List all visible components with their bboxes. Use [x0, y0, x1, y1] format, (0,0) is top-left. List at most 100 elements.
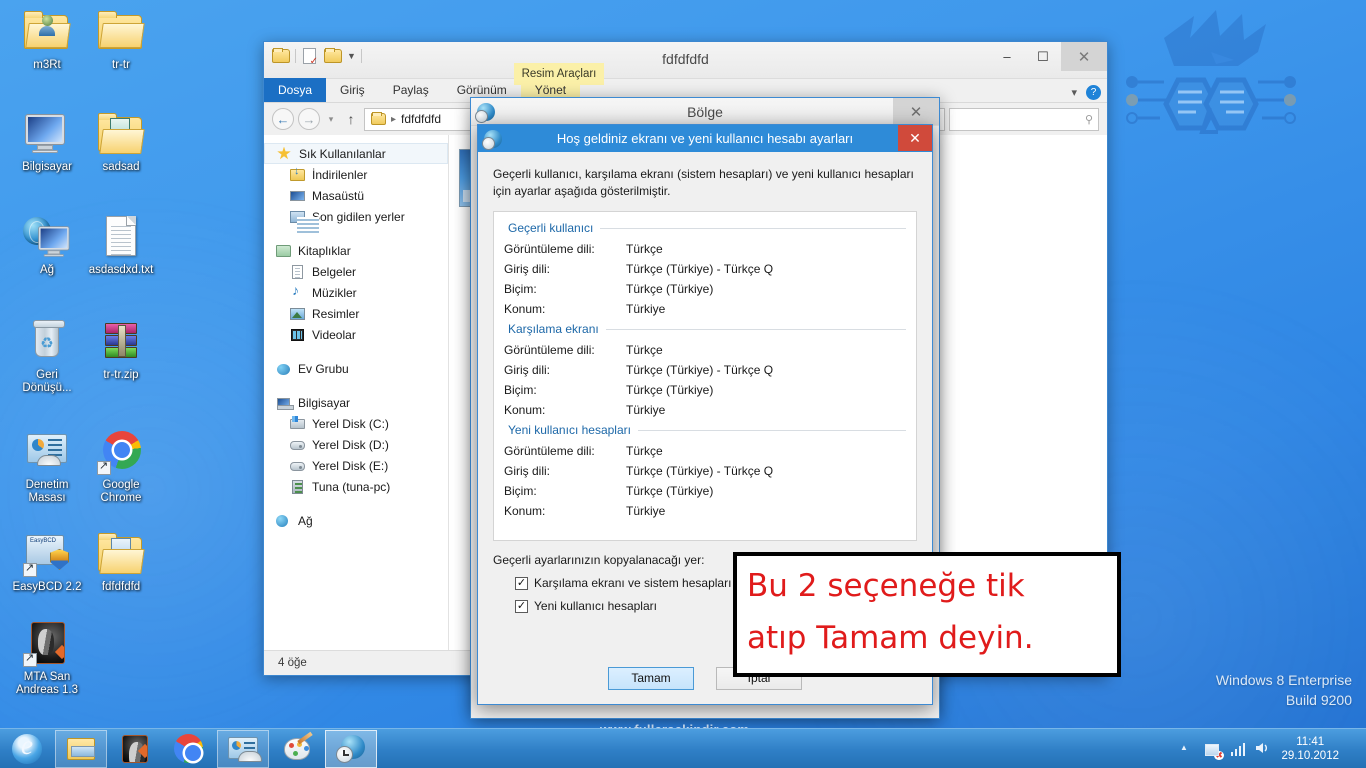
recent-locations-caret-icon[interactable]: ▾	[324, 114, 338, 125]
desktop-icon-ag[interactable]: Ağ	[10, 213, 84, 277]
desktop-icon-fdfdfdfd[interactable]: fdfdfdfd	[84, 530, 158, 594]
network-error-icon[interactable]	[1204, 741, 1224, 760]
row-key: Konum:	[504, 403, 546, 417]
up-button[interactable]: ↑	[342, 111, 360, 127]
taskbar-button-file-explorer[interactable]	[55, 729, 107, 768]
row-value: Türkçe (Türkiye)	[626, 484, 714, 498]
taskbar-button-region-settings[interactable]	[325, 729, 377, 768]
system-tray[interactable]: 11:41 29.10.2012	[1177, 735, 1366, 763]
tab-paylas[interactable]: Paylaş	[379, 78, 443, 102]
desktop-icon-bilgisayar[interactable]: Bilgisayar	[10, 110, 84, 174]
computer-icon	[23, 110, 71, 158]
taskbar-button-mta-san-andreas[interactable]	[109, 730, 161, 768]
instruction-annotation: Bu 2 seçeneğe tik atıp Tamam deyin.	[733, 552, 1121, 677]
desktop-icon-control-panel[interactable]: Denetim Masası	[10, 428, 84, 504]
sidebar-item-downloads[interactable]: İndirilenler	[264, 164, 448, 185]
sidebar-item-desktop[interactable]: Masaüstü	[264, 185, 448, 206]
taskbar-button-paint[interactable]	[271, 730, 323, 768]
minimize-button[interactable]: –	[989, 42, 1025, 71]
maximize-button[interactable]: ☐	[1025, 42, 1061, 71]
os-build: Build 9200	[1285, 692, 1352, 708]
window-controls[interactable]: – ☐ ✕	[989, 42, 1107, 71]
settings-row: Konum: Türkiye	[504, 501, 906, 521]
clock[interactable]: 11:41 29.10.2012	[1281, 735, 1339, 763]
tab-giris[interactable]: Giriş	[326, 78, 379, 102]
pictures-icon	[290, 306, 306, 322]
desktop-icon-label: asdasdxd.txt	[88, 264, 154, 276]
sidebar-item-favorites[interactable]: Sık Kullanılanlar	[264, 143, 448, 164]
row-key: Konum:	[504, 302, 546, 316]
desktop-icon-google-chrome[interactable]: Google Chrome	[84, 428, 158, 504]
desktop-icon-tr-tr[interactable]: tr-tr	[84, 8, 158, 72]
chevron-down-icon[interactable]: ▾	[1071, 86, 1077, 99]
shortcut-overlay-icon	[97, 459, 111, 475]
star-icon	[277, 146, 293, 162]
group-title: Karşılama ekranı	[508, 322, 599, 336]
navigation-pane[interactable]: Sık Kullanılanlar İndirilenler Masaüstü …	[264, 135, 449, 650]
volume-icon[interactable]	[1254, 741, 1272, 757]
sidebar-item-homegroup[interactable]: Ev Grubu	[264, 358, 448, 379]
taskbar-button-control-panel[interactable]	[217, 729, 269, 768]
settings-row: Giriş dili: Türkçe (Türkiye) - Türkçe Q	[504, 259, 906, 279]
desktop-icon-recycle-bin[interactable]: Geri Dönüşü...	[10, 318, 84, 394]
close-button[interactable]: ✕	[893, 98, 939, 125]
back-button[interactable]: ←	[272, 108, 294, 130]
folder-open-icon	[97, 530, 145, 578]
ie-icon	[12, 730, 42, 764]
easybcd-icon: EasyBCD	[23, 530, 71, 578]
taskbar-button-google-chrome[interactable]	[163, 730, 215, 768]
group-header: Yeni kullanıcı hesapları	[508, 423, 906, 437]
search-input[interactable]: ⚲	[949, 107, 1099, 131]
ok-button[interactable]: Tamam	[608, 666, 694, 690]
network-icon	[23, 213, 71, 261]
sidebar-item-drive-e[interactable]: Yerel Disk (E:)	[264, 455, 448, 476]
taskbar-button-internet-explorer[interactable]	[1, 730, 53, 768]
sidebar-item-pictures[interactable]: Resimler	[264, 303, 448, 324]
tab-dosya[interactable]: Dosya	[264, 78, 327, 102]
sidebar-item-libraries[interactable]: Kitaplıklar	[264, 240, 448, 261]
taskbar[interactable]: 11:41 29.10.2012	[0, 728, 1366, 768]
region-titlebar[interactable]: Bölge ✕	[471, 98, 939, 126]
settings-group-current-user: Geçerli kullanıcı Görüntüleme dili: Türk…	[504, 221, 906, 319]
row-key: Görüntüleme dili:	[504, 242, 595, 256]
desktop-icon-sadsad[interactable]: sadsad	[84, 110, 158, 174]
sidebar-item-network[interactable]: Ağ	[264, 510, 448, 531]
signal-bars-icon[interactable]	[1230, 742, 1246, 756]
desktop-icon-tr-tr-zip[interactable]: tr-tr.zip	[84, 318, 158, 382]
row-key: Görüntüleme dili:	[504, 444, 595, 458]
group-title: Geçerli kullanıcı	[508, 221, 594, 235]
taskbar-app-buttons[interactable]	[0, 729, 378, 768]
explorer-icon	[66, 734, 96, 764]
close-button[interactable]: ✕	[898, 125, 932, 151]
help-icon[interactable]: ?	[1086, 85, 1101, 100]
annotation-line-2: atıp Tamam deyin.	[747, 620, 1034, 656]
breadcrumb-segment[interactable]: fdfdfdfd	[401, 112, 441, 126]
sidebar-item-drive-c[interactable]: Yerel Disk (C:)	[264, 413, 448, 434]
checkbox-box[interactable]: ✓	[515, 599, 528, 613]
sidebar-item-videos[interactable]: Videolar	[264, 324, 448, 345]
ribbon-right-controls[interactable]: ▾ ?	[1071, 85, 1101, 100]
desktop-icon-easybcd[interactable]: EasyBCD EasyBCD 2.2	[10, 530, 84, 594]
checkbox-box[interactable]: ✓	[515, 576, 528, 590]
clock-time: 11:41	[1296, 735, 1325, 748]
sidebar-item-music[interactable]: Müzikler	[264, 282, 448, 303]
dialog-titlebar[interactable]: Hoş geldiniz ekranı ve yeni kullanıcı he…	[478, 125, 932, 152]
sidebar-item-drive-d[interactable]: Yerel Disk (D:)	[264, 434, 448, 455]
forward-button[interactable]: →	[298, 108, 320, 130]
dialog-title: Hoş geldiniz ekranı ve yeni kullanıcı he…	[556, 131, 854, 146]
sidebar-item-tuna-pc[interactable]: Tuna (tuna-pc)	[264, 476, 448, 497]
sidebar-item-documents[interactable]: Belgeler	[264, 261, 448, 282]
documents-icon	[290, 264, 306, 280]
show-hidden-icons-icon[interactable]	[1177, 741, 1195, 757]
desktop-icon-asdasdxd-txt[interactable]: asdasdxd.txt	[84, 213, 158, 277]
desktop-icon-mta-san-andreas[interactable]: MTA San Andreas 1.3	[10, 620, 84, 696]
explorer-titlebar[interactable]: ▼ fdfdfdfd – ☐ ✕	[264, 42, 1107, 79]
close-button[interactable]: ✕	[1061, 42, 1107, 71]
sidebar-item-label: İndirilenler	[312, 167, 368, 182]
desktop-icon-m3rt[interactable]: m3Rt	[10, 8, 84, 72]
search-icon: ⚲	[1084, 113, 1093, 126]
sidebar-item-recent-places[interactable]: Son gidilen yerler	[264, 206, 448, 233]
sidebar-item-computer[interactable]: Bilgisayar	[264, 392, 448, 413]
drive-icon	[290, 458, 306, 474]
